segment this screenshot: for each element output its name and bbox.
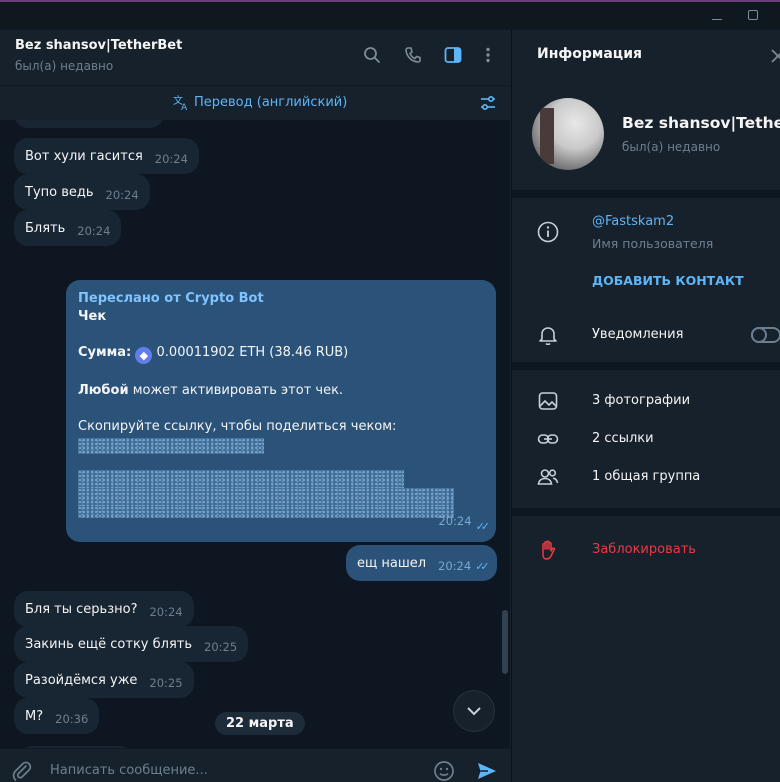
message-bubble-outgoing[interactable]: ещ нашел 20:24 ✓✓ (346, 545, 497, 581)
forwarded-from[interactable]: Переслано от Crypto Bot (78, 290, 484, 308)
username-label: Имя пользователя (592, 236, 714, 251)
divider (512, 362, 780, 370)
username-link[interactable]: @Fastskam2 (592, 214, 674, 229)
any-bold: Любой (78, 383, 129, 398)
svg-text:A: A (181, 103, 188, 111)
profile-status: был(а) недавно (622, 140, 721, 154)
message-bubble[interactable]: М? 20:36 (14, 698, 100, 734)
photos-row[interactable]: 3 фотографии (512, 383, 780, 419)
image-icon (538, 392, 558, 410)
message-meta: 20:24 ✓✓ (438, 512, 491, 536)
message-text: Разойдёмся уже (25, 672, 138, 688)
hand-stop-icon (542, 540, 556, 560)
message-time: 20:36 (55, 712, 89, 726)
add-contact-button[interactable]: ДОБАВИТЬ КОНТАКТ (592, 273, 744, 288)
spoiler-link[interactable] (78, 438, 264, 454)
message-text: Блять (25, 220, 66, 236)
links-label: 2 ссылки (592, 431, 654, 446)
spoiler-block[interactable] (78, 506, 454, 518)
emoji-icon[interactable] (432, 759, 456, 782)
profile-name: Bez shansov|Tethe... (622, 114, 780, 132)
translate-label: Перевод (английский) (194, 94, 348, 110)
message-bubble-partial (14, 120, 164, 128)
divider (512, 190, 780, 198)
read-check-icon: ✓✓ (475, 559, 490, 573)
message-time: 20:24 (154, 152, 188, 166)
minimize-icon[interactable] (712, 10, 722, 20)
message-time: 20:24 (77, 224, 111, 238)
phone-icon[interactable] (403, 45, 423, 65)
scroll-down-button[interactable] (453, 690, 495, 732)
divider (512, 508, 780, 516)
message-text: ещ нашел (357, 555, 427, 571)
window-titlebar (0, 0, 780, 30)
message-time: 20:24 (105, 188, 139, 202)
message-bubble[interactable]: Разойдёмся уже 20:25 (14, 662, 194, 698)
sidebar-toggle-icon[interactable] (443, 45, 463, 65)
info-title: Информация (537, 46, 642, 62)
people-icon (537, 469, 559, 485)
message-time: 20:24 (438, 514, 472, 528)
close-icon[interactable] (768, 46, 780, 66)
message-text: Бля ты серьзно? (25, 601, 138, 617)
check-title: Чек (78, 309, 107, 324)
message-bubble[interactable]: Блять 20:24 (14, 210, 122, 246)
message-input[interactable]: Написать сообщение... (50, 763, 208, 778)
notifications-row[interactable]: Уведомления (512, 317, 780, 353)
translate-bar: 文 A Перевод (английский) (0, 86, 510, 120)
compose-bar: Написать сообщение... (0, 748, 510, 782)
date-separator: 22 марта (215, 712, 305, 735)
paperclip-icon[interactable] (10, 759, 34, 782)
block-label: Заблокировать (592, 542, 696, 557)
chat-header: Bez shansov|TetherBet был(а) недавно (0, 30, 510, 86)
avatar[interactable] (532, 98, 604, 170)
forwarded-message[interactable]: Переслано от Crypto Bot Чек Сумма: ◆ 0.0… (66, 280, 496, 542)
maximize-icon[interactable] (748, 10, 758, 20)
ethereum-icon: ◆ (135, 347, 153, 364)
photos-label: 3 фотографии (592, 393, 691, 408)
sum-label: Сумма: (78, 345, 132, 360)
chevron-down-icon (467, 707, 481, 716)
bell-icon (539, 327, 557, 346)
message-bubble[interactable]: Закинь ещё сотку блять 20:25 (14, 626, 249, 662)
message-bubble[interactable]: Бля ты серьзно? 20:24 (14, 591, 194, 627)
message-time: 20:24 (149, 605, 183, 619)
notifications-toggle[interactable] (751, 327, 780, 343)
message-bubble[interactable]: Тупо ведь 20:24 (14, 174, 150, 210)
message-bubble[interactable]: Вот хули гасится 20:24 (14, 138, 199, 174)
message-time: 20:25 (149, 676, 183, 690)
sum-value: 0.00011902 ETH (38.46 RUB) (156, 345, 349, 360)
message-time: 20:24 (438, 559, 472, 573)
read-check-icon: ✓✓ (475, 520, 491, 533)
message-time: 20:25 (204, 640, 238, 654)
block-row[interactable]: Заблокировать (512, 532, 780, 568)
groups-row[interactable]: 1 общая группа (512, 459, 780, 495)
message-text: Закинь ещё сотку блять (25, 636, 193, 652)
groups-label: 1 общая группа (592, 469, 701, 484)
search-icon[interactable] (362, 45, 382, 65)
notifications-label: Уведомления (592, 327, 684, 342)
info-header: Информация (512, 30, 780, 86)
links-row[interactable]: 2 ссылки (512, 421, 780, 457)
any-rest: может активировать этот чек. (132, 383, 344, 398)
send-icon[interactable] (475, 759, 499, 782)
scrollbar[interactable] (502, 610, 508, 674)
chat-status: был(а) недавно (15, 59, 114, 73)
translate-icon: 文 A (173, 94, 188, 111)
info-panel: Информация Bez shansov|Tethe... был(а) н… (511, 30, 780, 782)
chat-title[interactable]: Bez shansov|TetherBet (15, 38, 182, 53)
link-icon (537, 434, 559, 444)
info-icon (537, 221, 559, 243)
chat-panel: Bez shansov|TetherBet был(а) недавно 文 A… (0, 30, 510, 782)
spoiler-block[interactable] (78, 470, 404, 488)
message-text: Вот хули гасится (25, 148, 143, 164)
message-text: Тупо ведь (25, 184, 94, 200)
message-text: М? (25, 708, 44, 724)
translate-settings-icon[interactable] (478, 93, 498, 113)
spoiler-block[interactable] (78, 488, 454, 506)
message-list[interactable]: Вот хули гасится 20:24 Тупо ведь 20:24 Б… (0, 120, 510, 750)
copy-link-text: Скопируйте ссылку, чтобы поделиться чеко… (78, 419, 397, 434)
more-vertical-icon[interactable] (478, 45, 498, 65)
translate-button[interactable]: 文 A Перевод (английский) (172, 93, 347, 111)
